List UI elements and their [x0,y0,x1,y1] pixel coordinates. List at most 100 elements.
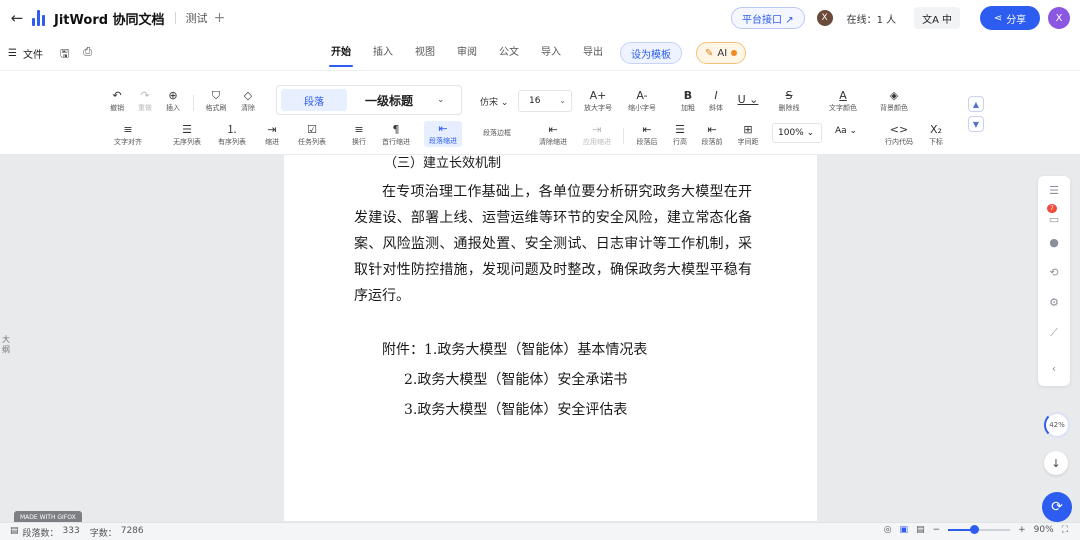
pilcrow-icon: ¶ [392,123,400,136]
clear-format-button[interactable]: ◇ 清除 [231,89,265,113]
tab-official[interactable]: 公文 [488,36,530,70]
clear-indent-button[interactable]: ⇤ 清除缩进 [536,123,570,147]
fullscreen-icon[interactable]: ⛶ [1062,525,1068,535]
platform-api-button[interactable]: 平台接口 ↗ [731,7,805,29]
case-select[interactable]: Aa ⌄ [835,126,857,136]
language-button[interactable]: 文A 中 [914,7,960,29]
user-avatar[interactable]: X [1048,7,1070,29]
indent-button[interactable]: ⇥ 缩进 [255,123,289,147]
zoom-slider-knob[interactable] [970,525,980,534]
apply-indent-button[interactable]: ⇥ 应用缩进 [580,123,614,147]
decrease-font-button[interactable]: A- 缩小字号 [625,89,659,113]
chevron-left-icon[interactable]: ‹ [1038,362,1070,375]
subscript-icon: X₂ [930,123,942,136]
outdent-icon: ⇤ [548,123,558,136]
ordered-list-button[interactable]: ⒈ 有序列表 [215,123,249,147]
paragraph-border-button[interactable]: 段落边框 [468,127,526,138]
eraser-icon: ◇ [243,89,253,102]
underline-button[interactable]: U ⌄ [731,93,765,106]
line-height-icon: ☰ [675,123,685,136]
online-count: 在线：1 人 [846,14,897,26]
font-family-select[interactable]: 仿宋 ⌄ [480,95,508,108]
para-count: 333 [62,526,80,536]
space-after-button[interactable]: ⇤ 段落后 [630,123,664,147]
arrow-down-icon[interactable]: ↓ [1044,451,1068,475]
font-decrease-icon: A- [636,89,648,102]
code-icon: <> [889,123,909,136]
status-bar: ▤ 段落数： 333 字数： 7286 ◎ ▣ ▤ − + 90% ⛶ [0,522,1080,540]
title-divider [174,12,176,24]
task-list-button[interactable]: ☑ 任务列表 [295,123,329,147]
tab-export[interactable]: 导出 [572,36,614,70]
text-align-button[interactable]: ≡ 文字对齐 [111,123,145,147]
space-before-button[interactable]: ⇤ 段落前 [695,123,729,147]
file-menu[interactable]: ☰ 文件 [8,46,43,61]
gear-icon[interactable]: ⚙ [1038,296,1070,309]
tab-import[interactable]: 导入 [530,36,572,70]
tab-insert[interactable]: 插入 [362,36,404,70]
tab-view[interactable]: 视图 [404,36,446,70]
app-title: JitWord 协同文档 [54,12,165,28]
set-template-button[interactable]: 设为模板 [620,42,682,64]
zoom-out-icon[interactable]: − [933,525,941,535]
share-button[interactable]: ⋖ 分享 [980,6,1040,30]
clock-icon[interactable]: ⟲ [1038,266,1070,279]
tab-review[interactable]: 审阅 [446,36,488,70]
right-sidebar: ☰ ▭ 7 ● ⟲ ⚙ ⟋ ‹ [1038,176,1070,386]
file-quick-actions: 🖫 ⎙ [60,45,92,64]
web-view-icon[interactable]: ▤ [916,525,925,535]
paragraph-chip[interactable]: 段落 [281,89,347,111]
letter-spacing-button[interactable]: ⊞ 字间距 [731,123,765,147]
print-icon[interactable]: ⎙ [83,45,92,64]
bullet-list-button[interactable]: ☰ 无序列表 [170,123,204,147]
history-icon[interactable]: ● [1038,236,1070,249]
zoom-select[interactable]: 100% ⌄ [772,123,822,143]
zoom-slider[interactable] [948,525,1011,534]
paintbrush-icon: ⛉ [211,89,221,102]
page-view-icon[interactable]: ▣ [900,525,909,535]
plus-icon[interactable]: + [214,10,226,26]
line-height-button[interactable]: ☰ 行高 [663,123,697,147]
menu-bar: ☰ 文件 🖫 ⎙ 开始 插入 视图 审阅 公文 导入 导出 设为模板 ✎ AI [0,36,1080,70]
inline-code-button[interactable]: <> 行内代码 [882,123,916,147]
outline-toggle[interactable]: 大纲 [0,335,12,355]
font-increase-icon: A+ [589,89,607,102]
top-bar: ← JitWord 协同文档 测试 + 平台接口 ↗ X 在线：1 人 文A 中… [0,0,1080,36]
chevron-down-icon[interactable]: ▼ [968,116,984,132]
globe-icon[interactable]: ◎ [884,525,892,535]
space-before-icon: ⇤ [707,123,717,136]
text-color-button[interactable]: A 文字颜色 [826,89,860,113]
chevron-down-icon: ⌄ [437,95,445,105]
hamburger-icon: ☰ [8,48,17,59]
comment-icon[interactable]: ▭ [1038,213,1070,226]
refresh-fab[interactable]: ⟳ [1042,492,1072,522]
background-color-button[interactable]: ◈ 背景颜色 [877,89,911,113]
collaborator-avatar[interactable]: X [816,10,833,26]
body-paragraph: 在专项治理工作基础上，各单位要分析研究政务大模型在开发建设、部署上线、运营运维等… [354,184,752,304]
subscript-button[interactable]: X₂ 下标 [919,123,953,147]
line-break-button[interactable]: ≡ 换行 [342,123,376,147]
arrow-left-icon[interactable]: ← [4,9,30,27]
zoom-in-icon[interactable]: + [1018,525,1026,535]
first-line-indent-button[interactable]: ¶ 首行缩进 [379,123,413,147]
document-page[interactable]: （三）建立长效机制 在专项治理工作基础上，各单位要分析研究政务大模型在开发建设、… [284,155,817,521]
list-icon[interactable]: ☰ [1038,184,1070,197]
magic-wand-icon[interactable]: ⟋ [1038,326,1070,340]
chevron-down-icon: ⌄ [559,96,566,105]
ai-button[interactable]: ✎ AI [696,42,747,64]
chevron-up-icon[interactable]: ▲ [968,96,984,112]
insert-button[interactable]: ⊕ 插入 [156,89,190,113]
strikethrough-button[interactable]: S 删除线 [772,89,806,113]
redo-icon: ↷ [140,89,150,102]
increase-font-button[interactable]: A+ 放大字号 [581,89,615,113]
tab-start[interactable]: 开始 [320,36,362,70]
paragraph-style-picker[interactable]: 段落 一级标题 ⌄ [276,85,462,115]
format-painter-button[interactable]: ⛉ 格式刷 [199,89,233,113]
italic-button[interactable]: I 斜体 [699,89,733,113]
paragraph-indent-button[interactable]: ⇤ 段落缩进 [424,121,462,147]
document-name[interactable]: 测试 [186,10,208,26]
formatting-toolbar: ↶ 撤销 ↷ 重做 ⊕ 插入 ⛉ 格式刷 ◇ 清除 段落 一级标题 ⌄ 仿宋 ⌄ 16 ⌄ … [0,70,1080,154]
zoom-level: 90% [1033,525,1054,535]
save-icon[interactable]: 🖫 [60,45,69,64]
font-size-select[interactable]: 16 ⌄ [518,90,572,112]
